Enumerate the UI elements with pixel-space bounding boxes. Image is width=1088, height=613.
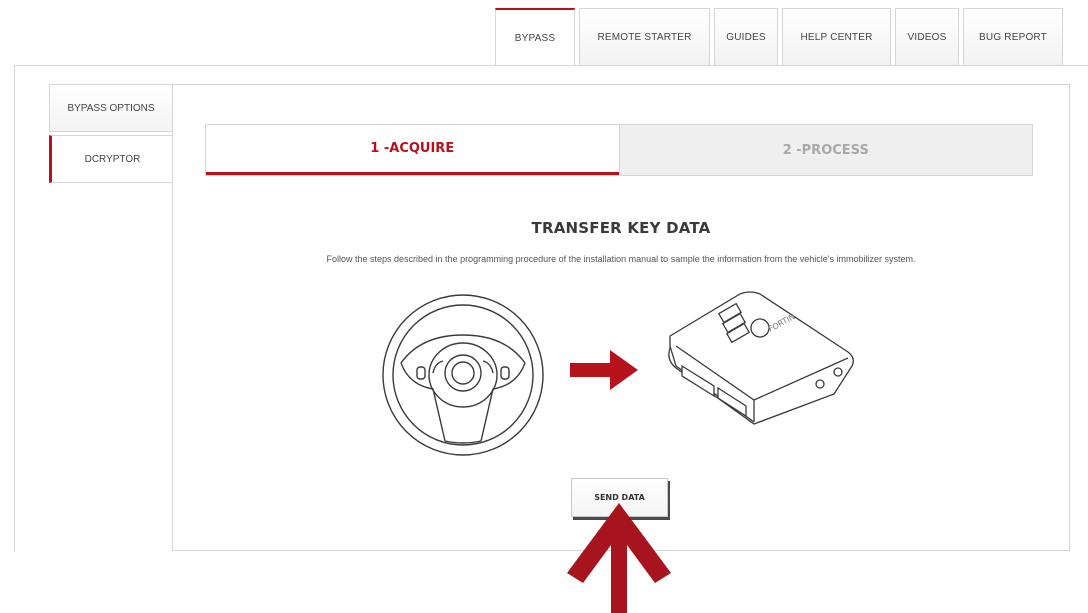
top-nav: BYPASS REMOTE STARTER GUIDES HELP CENTER… [495,8,1063,66]
arrow-right-icon [570,350,638,390]
steering-wheel-icon [382,294,544,456]
tab-bypass[interactable]: BYPASS [495,8,575,66]
tab-help-center[interactable]: HELP CENTER [782,8,891,65]
tab-guides[interactable]: GUIDES [714,8,778,65]
step-process[interactable]: 2 -PROCESS [618,125,1032,175]
bypass-module-icon: FORTIN [668,291,854,425]
tab-bug-report[interactable]: BUG REPORT [963,8,1063,65]
tab-remote-starter[interactable]: REMOTE STARTER [579,8,710,65]
instructions-text: Follow the steps described in the progra… [326,254,916,264]
frame-divider [14,65,1088,66]
step-acquire[interactable]: 1 -ACQUIRE [206,125,619,175]
frame-left-border [14,65,15,552]
section-title: TRANSFER KEY DATA [531,219,711,237]
side-tab-dcryptor[interactable]: DCRYPTOR [49,135,173,183]
step-tabs: 1 -ACQUIRE 2 -PROCESS [205,124,1033,176]
arrow-up-icon [567,503,671,613]
tab-videos[interactable]: VIDEOS [895,8,959,65]
side-tab-bypass-options[interactable]: BYPASS OPTIONS [49,84,173,132]
